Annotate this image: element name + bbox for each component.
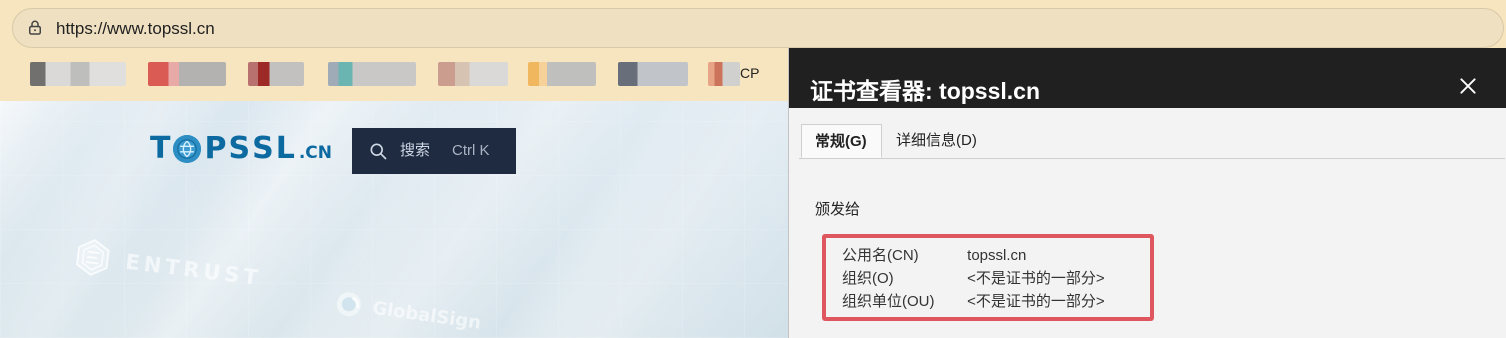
blurred-bookmark-6[interactable] xyxy=(528,62,596,86)
screen-root: https://www.topssl.cn CP T P S S L .CN 搜… xyxy=(0,0,1506,338)
search-label: 搜索 xyxy=(400,142,431,159)
site-search-button[interactable]: 搜索 Ctrl K xyxy=(352,128,516,174)
lock-icon[interactable] xyxy=(26,19,44,37)
issued-to-row-cn: 公用名(CN) topssl.cn xyxy=(842,247,1026,265)
field-label-ou: 组织单位(OU) xyxy=(842,293,935,310)
viewer-tabs: 常规(G) 详细信息(D) xyxy=(799,124,1505,159)
address-bar[interactable]: https://www.topssl.cn xyxy=(12,8,1504,48)
logo-letter-p: P xyxy=(204,131,227,166)
field-value-cn: topssl.cn xyxy=(967,247,1027,264)
viewer-header: 证书查看器: topssl.cn xyxy=(789,48,1506,108)
logo-letter-t: T xyxy=(150,131,171,166)
blurred-bookmark-2[interactable] xyxy=(148,62,226,86)
logo-letter-s2: S xyxy=(252,131,274,166)
entrust-icon xyxy=(76,239,110,276)
field-value-o: <不是证书的一部分> xyxy=(967,270,1105,287)
globe-icon xyxy=(173,135,202,163)
search-shortcut: Ctrl K xyxy=(452,142,490,159)
viewer-title: 证书查看器: topssl.cn xyxy=(810,78,1041,104)
blurred-bookmark-5[interactable] xyxy=(438,62,508,86)
highlighted-issued-to-box: 公用名(CN) topssl.cn 组织(O) <不是证书的一部分> 组织单位(… xyxy=(822,234,1154,321)
url-text[interactable]: https://www.topssl.cn xyxy=(56,19,215,39)
logo-letter-s1: S xyxy=(228,131,251,166)
field-label-cn: 公用名(CN) xyxy=(842,247,919,264)
bookmark-cp-label[interactable]: CP xyxy=(740,65,759,81)
search-icon xyxy=(370,143,387,160)
close-icon[interactable] xyxy=(1458,76,1478,96)
field-label-o: 组织(O) xyxy=(842,270,894,287)
issued-to-row-ou: 组织单位(OU) <不是证书的一部分> xyxy=(842,293,1105,311)
issued-to-row-o: 组织(O) <不是证书的一部分> xyxy=(842,270,1105,288)
field-value-ou: <不是证书的一部分> xyxy=(967,293,1105,310)
entrust-text: ENTRUST xyxy=(124,249,263,291)
blurred-bookmark-4[interactable] xyxy=(328,62,416,86)
logo-suffix: .CN xyxy=(298,143,332,163)
globalsign-icon xyxy=(336,292,361,317)
tab-general[interactable]: 常规(G) xyxy=(801,124,882,158)
certificate-viewer-panel: 证书查看器: topssl.cn 常规(G) 详细信息(D) 颁发给 公用名(C… xyxy=(788,48,1506,338)
topssl-logo[interactable]: T P S S L .CN xyxy=(150,133,332,165)
blurred-bookmark-8[interactable] xyxy=(708,62,740,86)
bookmarks-bar: CP xyxy=(0,48,790,101)
blurred-bookmark-1[interactable] xyxy=(30,62,126,86)
blurred-bookmark-3[interactable] xyxy=(248,62,304,86)
issued-to-label: 颁发给 xyxy=(815,201,861,218)
logo-letter-l: L xyxy=(275,131,295,166)
blurred-bookmark-7[interactable] xyxy=(618,62,688,86)
tab-details[interactable]: 详细信息(D) xyxy=(896,124,986,158)
